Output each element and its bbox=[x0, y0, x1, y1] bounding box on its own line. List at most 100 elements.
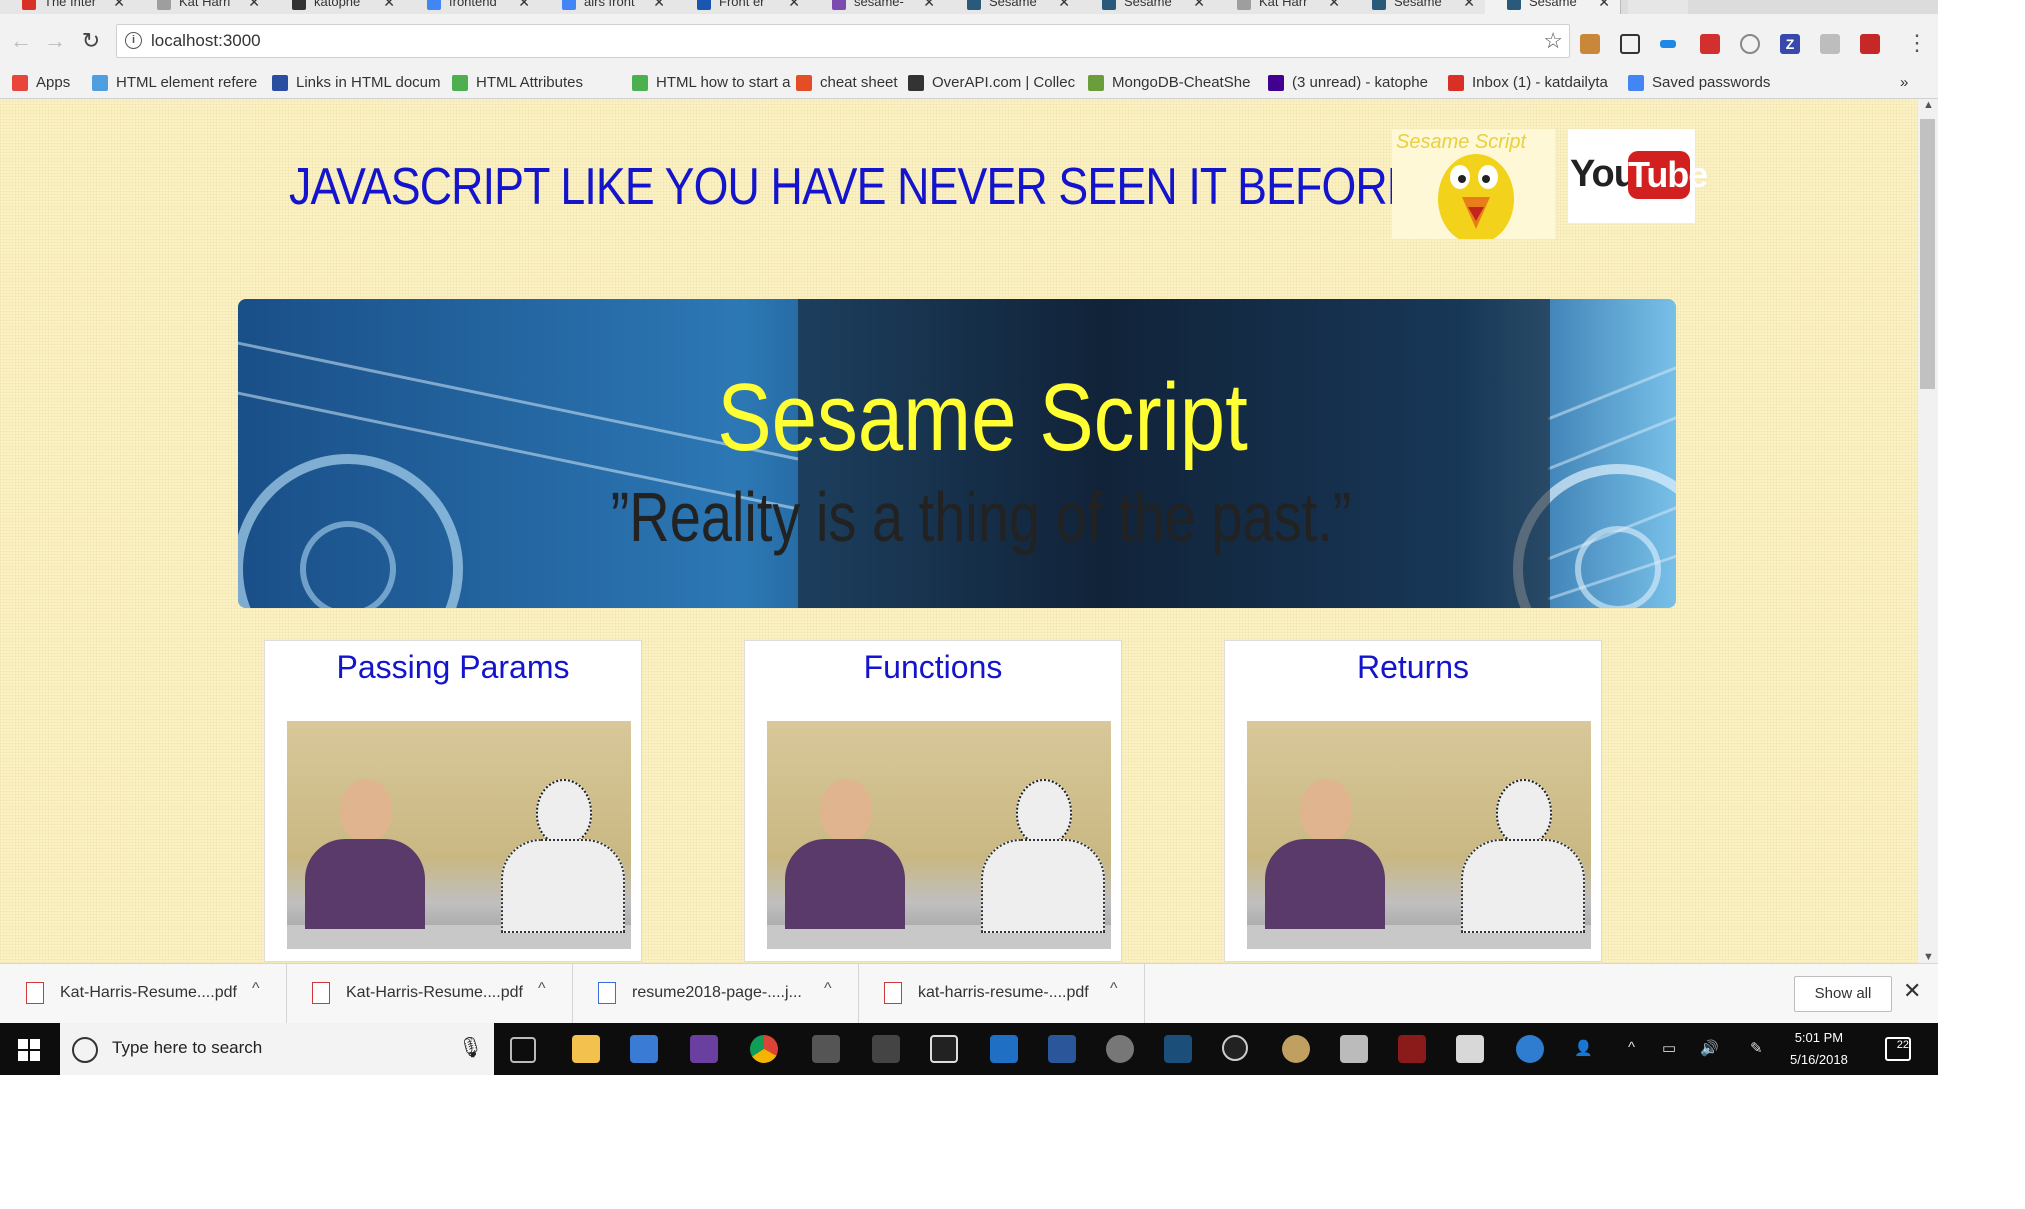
browser-tab[interactable]: Sesame ✕ bbox=[1485, 0, 1621, 14]
chrome-icon[interactable] bbox=[750, 1035, 778, 1063]
github-icon[interactable] bbox=[1106, 1035, 1134, 1063]
pen-icon[interactable]: ✎ bbox=[1750, 1039, 1763, 1057]
scroll-down-arrow-icon[interactable]: ▼ bbox=[1923, 951, 1934, 963]
browser-tab[interactable]: frontend ✕ bbox=[405, 0, 541, 14]
red-extension-icon[interactable] bbox=[1700, 34, 1720, 54]
browser-tab[interactable]: The Inter ✕ bbox=[0, 0, 136, 14]
download-item[interactable]: resume2018-page-....j... ^ bbox=[572, 964, 859, 1024]
calendar-icon[interactable] bbox=[872, 1035, 900, 1063]
tab-close-icon[interactable]: ✕ bbox=[1598, 0, 1610, 11]
task-view-icon[interactable] bbox=[510, 1037, 536, 1063]
browser-tab[interactable]: katophe ✕ bbox=[270, 0, 406, 14]
info-icon[interactable]: i bbox=[125, 32, 142, 49]
video-card[interactable]: Returns bbox=[1224, 640, 1602, 962]
browser-menu-icon[interactable]: ⋮ bbox=[1906, 30, 1928, 56]
camera-extension-icon[interactable] bbox=[1820, 34, 1840, 54]
tab-close-icon[interactable]: ✕ bbox=[248, 0, 260, 11]
video-card-title[interactable]: Functions bbox=[745, 649, 1121, 686]
sesame-script-logo[interactable]: Sesame Script bbox=[1392, 129, 1555, 239]
reload-icon[interactable]: ↻ bbox=[78, 28, 104, 54]
word-icon[interactable] bbox=[1048, 1035, 1076, 1063]
tab-close-icon[interactable]: ✕ bbox=[1328, 0, 1340, 11]
file-explorer-icon[interactable] bbox=[572, 1035, 600, 1063]
browser-tab[interactable]: Sesame ✕ bbox=[1080, 0, 1216, 14]
tab-close-icon[interactable]: ✕ bbox=[788, 0, 800, 11]
help-icon[interactable] bbox=[1516, 1035, 1544, 1063]
tab-close-icon[interactable]: ✕ bbox=[923, 0, 935, 11]
tab-close-icon[interactable]: ✕ bbox=[518, 0, 530, 11]
browser-tab[interactable]: airs front ✕ bbox=[540, 0, 676, 14]
volume-icon[interactable]: 🔊 bbox=[1700, 1039, 1719, 1057]
download-options-chevron-icon[interactable]: ^ bbox=[538, 980, 546, 998]
windows-start-icon[interactable] bbox=[18, 1039, 40, 1061]
tab-close-icon[interactable]: ✕ bbox=[1193, 0, 1205, 11]
screenshot-extension-icon[interactable] bbox=[1620, 34, 1640, 54]
forward-arrow-icon[interactable]: → bbox=[42, 28, 68, 54]
bookmark-item[interactable]: HTML element refere bbox=[92, 68, 257, 98]
slack-like-app-icon[interactable] bbox=[690, 1035, 718, 1063]
download-options-chevron-icon[interactable]: ^ bbox=[824, 980, 832, 998]
page-scrollbar[interactable]: ▲ ▼ bbox=[1918, 99, 1938, 963]
scroll-up-arrow-icon[interactable]: ▲ bbox=[1923, 99, 1934, 111]
bookmark-item[interactable]: Links in HTML docum bbox=[272, 68, 441, 98]
youtube-logo[interactable]: You Tube bbox=[1568, 129, 1708, 223]
settings-gear-icon[interactable] bbox=[1222, 1035, 1248, 1061]
notification-center-icon[interactable]: 22 bbox=[1885, 1037, 1911, 1061]
microphone-icon[interactable]: 🎙 bbox=[458, 1035, 483, 1060]
tab-close-icon[interactable]: ✕ bbox=[1058, 0, 1070, 11]
paint-icon[interactable] bbox=[1282, 1035, 1310, 1063]
tray-chevron-up-icon[interactable]: ^ bbox=[1628, 1039, 1635, 1056]
extension-pin-icon[interactable] bbox=[1580, 34, 1600, 54]
vscode-icon[interactable] bbox=[990, 1035, 1018, 1063]
download-item[interactable]: Kat-Harris-Resume....pdf ^ bbox=[0, 964, 287, 1024]
video-thumbnail[interactable] bbox=[767, 721, 1111, 949]
battery-icon[interactable]: ▭ bbox=[1662, 1039, 1676, 1057]
video-card-title[interactable]: Passing Params bbox=[265, 649, 641, 686]
zotero-extension-icon[interactable]: Z bbox=[1780, 34, 1800, 54]
tab-close-icon[interactable]: ✕ bbox=[383, 0, 395, 11]
bookmark-item[interactable]: MongoDB-CheatShe bbox=[1088, 68, 1250, 98]
browser-tab[interactable]: Kat Harri ✕ bbox=[135, 0, 271, 14]
video-thumbnail[interactable] bbox=[287, 721, 631, 949]
bookmark-item[interactable]: OverAPI.com | Collec bbox=[908, 68, 1075, 98]
back-arrow-icon[interactable]: ← bbox=[8, 28, 34, 54]
mysql-icon[interactable] bbox=[1164, 1035, 1192, 1063]
new-tab-button[interactable] bbox=[1628, 0, 1688, 14]
download-options-chevron-icon[interactable]: ^ bbox=[252, 980, 260, 998]
bookmark-item[interactable]: Apps bbox=[12, 68, 70, 98]
browser-tab[interactable]: Sesame ✕ bbox=[1350, 0, 1486, 14]
bookmark-item[interactable]: Inbox (1) - katdailyta bbox=[1448, 68, 1608, 98]
close-download-shelf-icon[interactable]: ✕ bbox=[1903, 978, 1921, 1004]
download-item[interactable]: kat-harris-resume-....pdf ^ bbox=[858, 964, 1145, 1024]
video-thumbnail[interactable] bbox=[1247, 721, 1591, 949]
bookmark-item[interactable]: Saved passwords bbox=[1628, 68, 1770, 98]
bookmarks-overflow-icon[interactable]: » bbox=[1900, 68, 1908, 98]
bookmark-star-icon[interactable]: ☆ bbox=[1543, 28, 1563, 54]
tab-close-icon[interactable]: ✕ bbox=[653, 0, 665, 11]
sync-extension-icon[interactable] bbox=[1660, 40, 1676, 48]
download-item[interactable]: Kat-Harris-Resume....pdf ^ bbox=[286, 964, 573, 1024]
download-options-chevron-icon[interactable]: ^ bbox=[1110, 980, 1118, 998]
taskbar-clock[interactable]: 5:01 PM 5/16/2018 bbox=[1790, 1027, 1848, 1071]
calculator-icon[interactable] bbox=[812, 1035, 840, 1063]
video-card[interactable]: Passing Params bbox=[264, 640, 642, 962]
slack-icon[interactable] bbox=[930, 1035, 958, 1063]
store-icon[interactable] bbox=[630, 1035, 658, 1063]
scrollbar-thumb[interactable] bbox=[1920, 119, 1935, 389]
bookmark-item[interactable]: cheat sheet bbox=[796, 68, 898, 98]
browser-tab[interactable]: Front er ✕ bbox=[675, 0, 811, 14]
red-square-extension-icon[interactable] bbox=[1860, 34, 1880, 54]
tab-close-icon[interactable]: ✕ bbox=[113, 0, 125, 11]
snipping-tool-icon[interactable] bbox=[1398, 1035, 1426, 1063]
bookmark-item[interactable]: HTML how to start a bbox=[632, 68, 791, 98]
bookmark-item[interactable]: (3 unread) - katophe bbox=[1268, 68, 1428, 98]
show-all-downloads-button[interactable]: Show all bbox=[1794, 976, 1892, 1012]
video-card-title[interactable]: Returns bbox=[1225, 649, 1601, 686]
photos-icon[interactable] bbox=[1340, 1035, 1368, 1063]
tab-close-icon[interactable]: ✕ bbox=[1463, 0, 1475, 11]
address-bar[interactable]: i localhost:3000 ☆ bbox=[116, 24, 1570, 58]
folder-window-icon[interactable] bbox=[1456, 1035, 1484, 1063]
browser-tab[interactable]: Kat Harr ✕ bbox=[1215, 0, 1351, 14]
people-icon[interactable]: 👤 bbox=[1574, 1039, 1593, 1057]
browser-tab[interactable]: sesame- ✕ bbox=[810, 0, 946, 14]
